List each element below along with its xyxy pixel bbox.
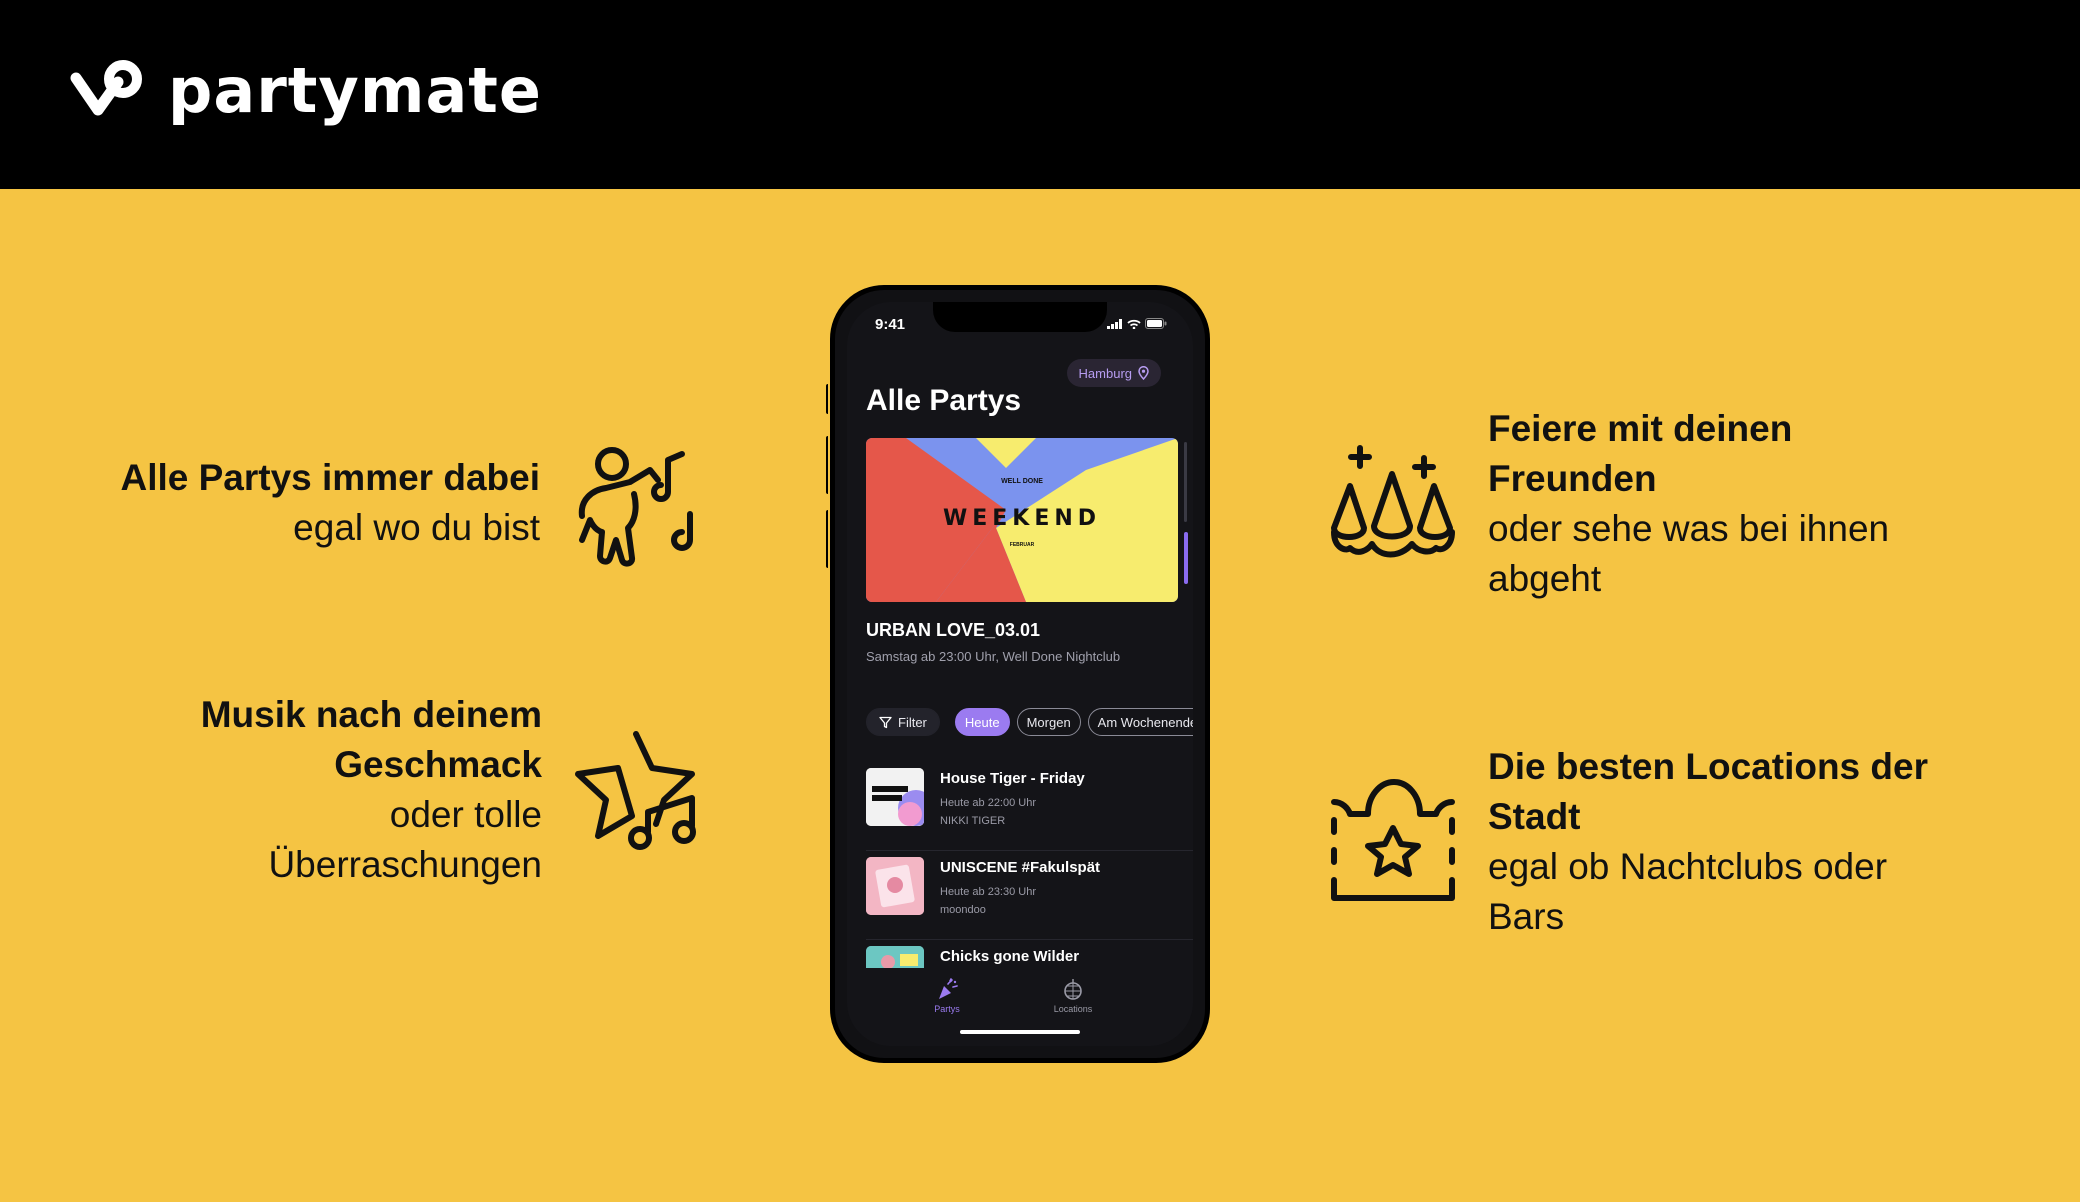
phone-mockup: 9:41 Hamburg Alle Partys WELL DONE WEEKE… [830,285,1210,1063]
filter-funnel-icon [879,716,892,728]
dancing-person-music-icon [578,447,693,567]
feature-title-line-2: Geschmack [334,744,542,785]
banner-small-bottom: FEBRUAR [1009,542,1035,548]
feature-description-line-1: oder tolle [389,794,542,835]
event-meta: Heute ab 22:00 Uhr NIKKI TIGER [940,794,1036,830]
brand-logo[interactable]: partymate [68,58,542,124]
event-thumbnail [866,857,924,915]
party-popper-icon [939,978,958,999]
feature-title-line-2: Stadt [1488,796,1581,837]
event-time: Heute ab 23:30 Uhr [940,886,1037,898]
feature-title-line-1: Die besten Locations der [1488,746,1928,787]
house-tiger-artwork [866,768,924,826]
feature-description-line-1: oder sehe was bei ihnen [1488,508,1890,549]
filter-label: Filter [898,714,927,730]
chip-am-wochenende[interactable]: Am Wochenende [1087,708,1193,736]
battery-icon [1145,318,1167,329]
carousel-track [1184,442,1187,522]
event-title: UNISCENE #Fakulspät [940,859,1101,876]
feature-music-taste: Musik nach deinem Geschmack oder tolle Ü… [201,690,542,890]
status-icons [1107,318,1167,329]
tab-locations[interactable]: Locations [1033,978,1113,1014]
event-list-item[interactable]: UNISCENE #Fakulspät Heute ab 23:30 Uhr m… [866,851,1193,940]
header-bar: partymate [0,0,2080,189]
feature-title-line-2: Freunden [1488,458,1657,499]
brand-name: partymate [168,54,542,127]
event-thumbnail [866,768,924,826]
filter-button[interactable]: Filter [866,708,940,736]
event-host: moondoo [940,904,986,916]
chip-heute[interactable]: Heute [954,708,1010,736]
event-meta: Heute ab 23:30 Uhr moondoo [940,883,1036,919]
phone-screen: 9:41 Hamburg Alle Partys WELL DONE WEEKE… [847,302,1193,1046]
signal-icon [1107,319,1122,329]
feature-title-line-1: Feiere mit deinen [1488,408,1793,449]
feature-title-line-1: Musik nach deinem [200,694,542,735]
tab-label: Partys [934,1004,960,1014]
feature-description-line-2: Bars [1488,896,1565,937]
feature-description-line-2: Überraschungen [268,844,542,885]
feature-description: egal wo du bist [293,507,540,548]
featured-event-subtitle: Samstag ab 23:00 Uhr, Well Done Nightclu… [866,649,1121,664]
event-title: House Tiger - Friday [940,770,1085,787]
event-host: NIKKI TIGER [940,815,1006,827]
feature-friends: Feiere mit deinen Freunden oder sehe was… [1488,404,1889,604]
status-time: 9:41 [875,316,906,333]
carousel-indicator[interactable] [1184,532,1188,584]
feature-description-line-2: abgeht [1488,558,1602,599]
location-pin-icon [1138,366,1149,380]
party-hats-icon [1331,445,1455,558]
event-list-item[interactable]: House Tiger - Friday Heute ab 22:00 Uhr … [866,762,1193,851]
city-label: Hamburg [1078,365,1132,381]
wifi-icon [1127,319,1141,329]
tab-partys[interactable]: Partys [907,978,987,1014]
star-music-note-icon [575,731,696,850]
banner-small-top: WELL DONE [1001,478,1043,485]
city-selector[interactable]: Hamburg [1066,359,1161,387]
page-title: Alle Partys [866,384,1022,417]
partymate-logo-icon [70,60,142,116]
featured-event-banner[interactable]: WELL DONE WEEKEND FEBRUAR [866,438,1178,602]
event-title: Chicks gone Wilder [940,948,1080,965]
feature-locations: Die besten Locations der Stadt egal ob N… [1488,742,1928,942]
tab-label: Locations [1053,1004,1093,1014]
feature-description-line-1: egal ob Nachtclubs oder [1488,846,1888,887]
filter-chip-bar: Filter Heute Morgen Am Wochenende [866,708,1193,736]
feature-title: Alle Partys immer dabei [120,457,540,498]
phone-notch [933,302,1107,332]
feature-all-parties: Alle Partys immer dabei egal wo du bist [120,453,540,553]
event-time: Heute ab 22:00 Uhr [940,797,1037,809]
banner-headline: WEEKEND [942,506,1102,531]
bottom-tab-bar: Partys Locations [847,968,1193,1046]
home-indicator[interactable] [960,1030,1080,1034]
venue-star-icon [1331,779,1455,901]
chip-morgen[interactable]: Morgen [1016,708,1081,736]
disco-ball-icon [1064,979,1082,1000]
uniscene-artwork [866,857,924,915]
featured-event-title[interactable]: URBAN LOVE_03.01 [866,620,1040,641]
